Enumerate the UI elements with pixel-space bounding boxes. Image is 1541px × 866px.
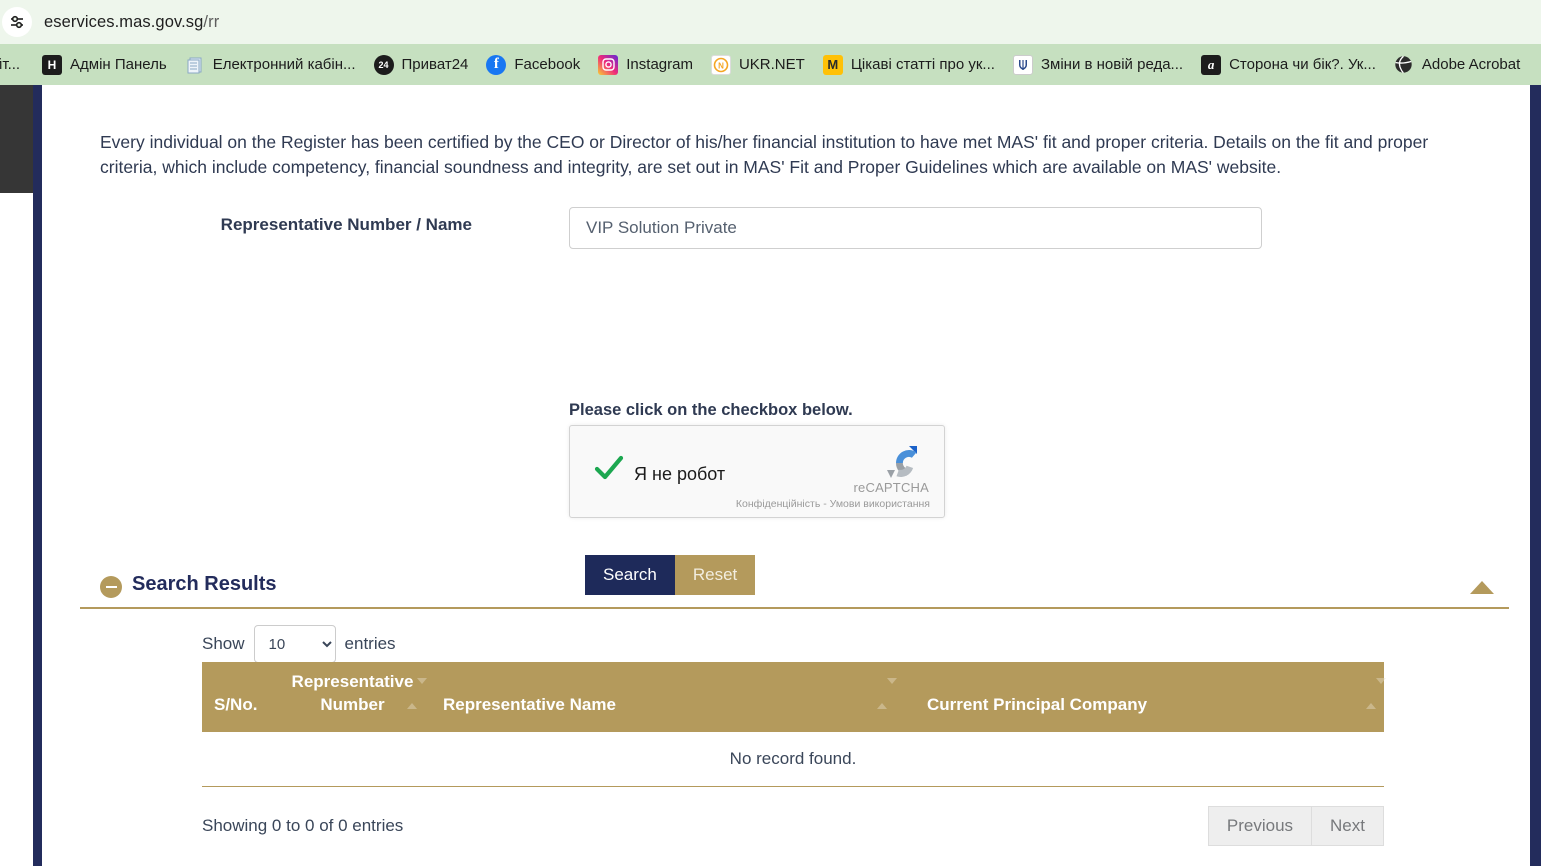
entries-label: entries [344, 634, 396, 653]
bookmark-item[interactable]: H Адмін Панель [36, 51, 173, 79]
bookmarks-bar: йт... H Адмін Панель Електронний кабін..… [0, 44, 1541, 85]
icon-glyph: a [1207, 56, 1215, 72]
recaptcha-terms-text[interactable]: Конфіденційність - Умови використання [736, 498, 930, 510]
results-table: S/No. Representative Number Representati… [202, 662, 1386, 849]
left-dark-panel [0, 85, 33, 193]
representative-search-input[interactable] [569, 207, 1262, 249]
previous-page-button[interactable]: Previous [1207, 806, 1313, 846]
captcha-prompt-text: Please click on the checkbox below. [569, 401, 853, 419]
table-footer: Showing 0 to 0 of 0 entries Previous Nex… [202, 787, 1384, 849]
table-empty-message: No record found. [202, 732, 1384, 787]
bookmark-label: Сторона чи бік?. Ук... [1229, 56, 1376, 73]
bookmark-label: Адмін Панель [70, 56, 167, 73]
bookmark-label: Instagram [626, 56, 693, 73]
chevron-up-icon[interactable] [1470, 581, 1494, 594]
page-content: Every individual on the Register has bee… [42, 85, 1530, 866]
page-viewport: Every individual on the Register has bee… [0, 85, 1541, 866]
url-text: eservices.mas.gov.sg/rr [44, 13, 219, 32]
entries-control: Show 102550100 entries [202, 625, 396, 663]
bookmark-label: йт... [0, 56, 21, 73]
bookmark-item[interactable]: a Сторона чи бік?. Ук... [1195, 51, 1382, 79]
sort-arrows-icon[interactable] [877, 678, 897, 709]
bookmark-item[interactable]: йт... [0, 51, 30, 79]
icon-glyph: H [47, 57, 57, 72]
bookmark-item[interactable]: Adobe Acrobat [1388, 51, 1526, 79]
bookmark-item[interactable]: f Facebook [480, 51, 586, 79]
ukrnet-icon: N [710, 54, 731, 75]
column-header-label: Current Principal Company [927, 695, 1148, 714]
url-path: /rr [203, 12, 220, 31]
document-icon [185, 55, 205, 75]
column-header-sno[interactable]: S/No. [202, 662, 280, 732]
instagram-icon [598, 54, 619, 75]
bookmark-label: UKR.NET [738, 56, 805, 73]
entries-per-page-select[interactable]: 102550100 [253, 625, 336, 663]
minus-circle-icon[interactable] [100, 576, 122, 598]
search-results-header: Search Results [80, 567, 1509, 609]
letter-a-icon: a [1201, 54, 1222, 75]
showing-entries-info: Showing 0 to 0 of 0 entries [202, 816, 404, 835]
bookmark-label: Електронний кабін... [212, 56, 356, 73]
column-header-label: Representative Name [443, 695, 616, 714]
bookmark-label: Facebook [514, 56, 581, 73]
browser-chrome: eservices.mas.gov.sg/rr йт... H Адмін Па… [0, 0, 1541, 85]
browser-url-bar[interactable]: eservices.mas.gov.sg/rr [0, 0, 1541, 44]
bookmark-label: Adobe Acrobat [1421, 56, 1521, 73]
letter-h-icon: H [42, 54, 62, 75]
letter-m-icon: M [822, 54, 843, 75]
column-header-label: S/No. [214, 695, 258, 714]
recaptcha-label: Я не робот [634, 464, 726, 484]
icon-glyph: 24 [378, 59, 389, 70]
svg-text:N: N [718, 61, 724, 70]
bookmark-item[interactable]: Зміни в новій реда... [1007, 51, 1189, 79]
trident-icon [1012, 54, 1033, 75]
representative-field-label: Representative Number / Name [220, 215, 472, 234]
table-header-row: S/No. Representative Number Representati… [202, 662, 1386, 732]
left-navy-rail [33, 85, 42, 866]
sort-arrows-icon[interactable] [1366, 678, 1386, 709]
globe-icon [1394, 55, 1414, 75]
recaptcha-checkbox-checked-icon[interactable] [592, 452, 626, 486]
pagination-controls: Previous Next [1207, 806, 1384, 846]
bookmark-item[interactable]: 24 Приват24 [368, 51, 475, 79]
bookmark-item[interactable]: Електронний кабін... [179, 51, 362, 79]
facebook-icon: f [486, 54, 507, 75]
next-page-button[interactable]: Next [1312, 806, 1384, 846]
bookmark-label: Приват24 [401, 56, 469, 73]
column-header-label: Representative Number [291, 672, 414, 714]
search-results-title: Search Results [132, 573, 277, 595]
recaptcha-widget[interactable]: Я не робот reCAPTCHA Конфіденційність - … [569, 425, 945, 518]
right-navy-rail [1530, 85, 1541, 866]
intro-paragraph: Every individual on the Register has bee… [100, 131, 1429, 177]
url-host: eservices.mas.gov.sg [44, 12, 204, 31]
column-header-representative-name[interactable]: Representative Name [425, 662, 897, 732]
bookmark-label: Зміни в новій реда... [1040, 56, 1184, 73]
recaptcha-brand-text: reCAPTCHA [853, 480, 929, 495]
bookmark-item[interactable]: N UKR.NET [705, 51, 811, 79]
column-header-current-principal-company[interactable]: Current Principal Company [895, 662, 1386, 732]
icon-glyph: M [827, 57, 839, 72]
tune-sliders-icon[interactable] [2, 7, 32, 37]
privat24-icon: 24 [373, 54, 394, 75]
bookmark-item[interactable]: M Цікаві статті про ук... [817, 51, 1001, 79]
bookmark-label: Цікаві статті про ук... [850, 56, 995, 73]
column-header-representative-number[interactable]: Representative Number [280, 662, 427, 732]
bookmark-item[interactable]: Instagram [592, 51, 699, 79]
show-label: Show [202, 634, 245, 653]
sort-arrows-icon[interactable] [407, 678, 427, 709]
